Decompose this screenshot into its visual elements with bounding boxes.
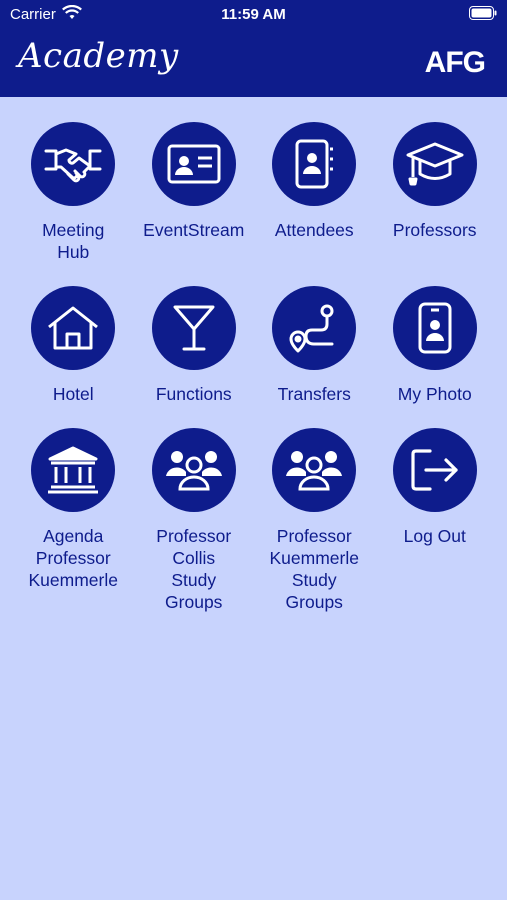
tile-label: Professor Collis Study Groups	[156, 526, 232, 612]
tile-label: Log Out	[403, 526, 466, 546]
tile-label: Agenda Professor Kuemmerle	[28, 526, 118, 590]
cocktail-glass-icon	[151, 286, 236, 370]
tile-functions[interactable]: Functions	[134, 286, 255, 428]
home-icon	[31, 286, 116, 370]
tile-label: Transfers	[277, 384, 351, 404]
tile-hotel[interactable]: Hotel	[13, 286, 134, 428]
tile-label: Professors	[392, 220, 477, 240]
tile-label: EventStream	[143, 220, 245, 240]
tile-label: Functions	[155, 384, 232, 404]
tile-attendees[interactable]: Attendees	[254, 122, 375, 286]
route-icon	[272, 286, 357, 370]
group-icon	[272, 428, 357, 512]
tile-eventstream[interactable]: EventStream	[134, 122, 255, 286]
graduation-cap-icon	[392, 122, 477, 206]
tile-my-photo[interactable]: My Photo	[375, 286, 496, 428]
tile-label: Professor Kuemmerle Study Groups	[269, 526, 359, 612]
tile-label: Meeting Hub	[42, 220, 105, 262]
handshake-icon	[31, 122, 116, 206]
tile-agenda-professor-kuemmerle[interactable]: Agenda Professor Kuemmerle	[13, 428, 134, 613]
tile-professor-kuemmerle-study-groups[interactable]: Professor Kuemmerle Study Groups	[254, 428, 375, 613]
menu-grid: Meeting Hub EventStream Attendees Profes…	[13, 122, 495, 613]
academy-logo: Academy	[18, 36, 179, 76]
tile-transfers[interactable]: Transfers	[254, 286, 375, 428]
tile-label: Hotel	[52, 384, 94, 404]
clock: 11:59 AM	[221, 6, 286, 23]
afg-logo: AFG	[424, 46, 486, 79]
app-header: Carrier 11:59 AM Academy AFG	[0, 0, 507, 97]
id-card-icon	[151, 122, 236, 206]
tile-professor-collis-study-groups[interactable]: Professor Collis Study Groups	[134, 428, 255, 613]
battery-icon	[469, 6, 497, 25]
tile-meeting-hub[interactable]: Meeting Hub	[13, 122, 134, 286]
status-bar: Carrier 11:59 AM	[0, 0, 507, 28]
contact-book-icon	[272, 122, 357, 206]
tile-professors[interactable]: Professors	[375, 122, 496, 286]
tile-label: Attendees	[274, 220, 354, 240]
tile-log-out[interactable]: Log Out	[375, 428, 496, 613]
group-icon	[151, 428, 236, 512]
logout-icon	[392, 428, 477, 512]
phone-portrait-icon	[392, 286, 477, 370]
tile-label: My Photo	[397, 384, 472, 404]
institution-icon	[31, 428, 116, 512]
